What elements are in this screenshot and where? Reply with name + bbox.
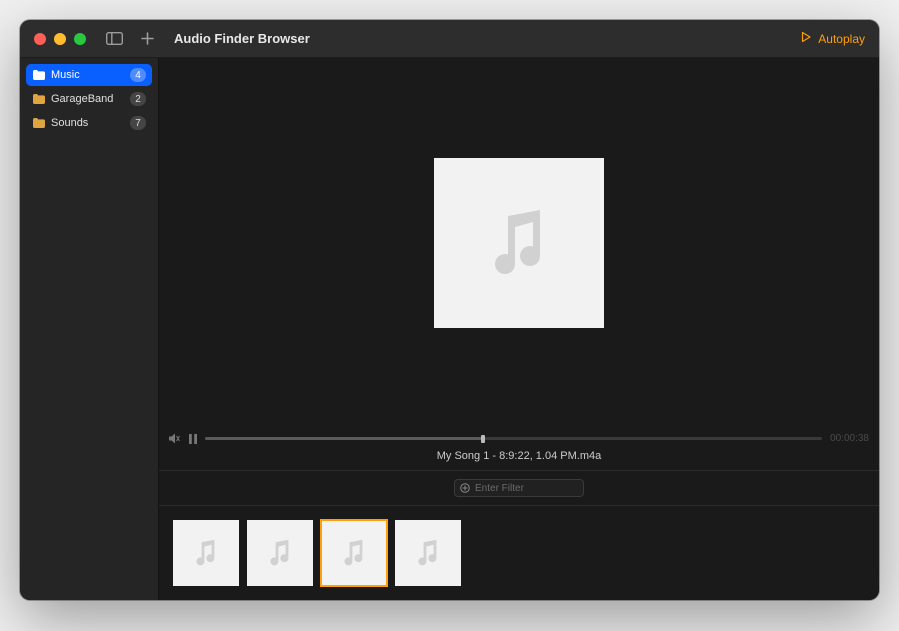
artwork-thumb [321, 520, 387, 586]
traffic-lights [34, 33, 86, 45]
sidebar-item-sounds[interactable]: Sounds 7 [26, 112, 152, 134]
player-controls: 00:00:38 [159, 427, 879, 450]
music-note-icon [410, 535, 446, 571]
sidebar-item-label: GarageBand [51, 93, 124, 105]
filter-input-wrap[interactable] [454, 479, 584, 497]
thumbnail-item[interactable] [395, 520, 461, 586]
volume-mute-icon[interactable] [169, 433, 181, 444]
sidebar-toggle-icon[interactable] [106, 32, 123, 45]
minimize-window-button[interactable] [54, 33, 66, 45]
sidebar-item-garageband[interactable]: GarageBand 2 [26, 88, 152, 110]
progress-thumb[interactable] [481, 435, 485, 443]
content-area: Music 4 GarageBand 2 Sounds 7 [20, 58, 879, 600]
folder-icon [32, 94, 45, 104]
artwork-thumb [247, 520, 313, 586]
time-elapsed: 00:00:38 [830, 433, 869, 444]
artwork-thumb [395, 520, 461, 586]
sidebar-item-music[interactable]: Music 4 [26, 64, 152, 86]
sidebar: Music 4 GarageBand 2 Sounds 7 [20, 58, 158, 600]
titlebar: Audio Finder Browser Autoplay [20, 20, 879, 58]
play-outline-icon [800, 31, 812, 46]
music-note-icon [188, 535, 224, 571]
sidebar-item-label: Music [51, 69, 124, 81]
filter-input[interactable] [475, 483, 607, 494]
current-filename: My Song 1 - 8:9:22, 1.04 PM.m4a [159, 450, 879, 470]
progress-fill [205, 437, 483, 440]
music-note-icon [474, 198, 564, 288]
zoom-window-button[interactable] [74, 33, 86, 45]
music-note-icon [336, 535, 372, 571]
autoplay-button[interactable]: Autoplay [800, 31, 865, 46]
progress-slider[interactable] [205, 437, 822, 440]
pause-icon[interactable] [189, 434, 197, 444]
main-panel: 00:00:38 My Song 1 - 8:9:22, 1.04 PM.m4a [159, 58, 879, 600]
app-window: Audio Finder Browser Autoplay Music 4 [20, 20, 879, 600]
window-title: Audio Finder Browser [174, 31, 310, 46]
filter-add-icon [460, 483, 470, 493]
thumbnail-item[interactable] [173, 520, 239, 586]
close-window-button[interactable] [34, 33, 46, 45]
plus-icon[interactable] [141, 32, 154, 45]
filter-row [159, 471, 879, 505]
sidebar-item-label: Sounds [51, 117, 124, 129]
folder-icon [32, 70, 45, 80]
artwork-preview [434, 158, 604, 328]
music-note-icon [262, 535, 298, 571]
artwork-thumb [173, 520, 239, 586]
count-badge: 7 [130, 116, 146, 130]
thumbnail-strip [159, 506, 879, 600]
autoplay-label: Autoplay [818, 32, 865, 46]
thumbnail-item[interactable] [321, 520, 387, 586]
preview-area [159, 58, 879, 427]
thumbnail-item[interactable] [247, 520, 313, 586]
count-badge: 2 [130, 92, 146, 106]
count-badge: 4 [130, 68, 146, 82]
folder-icon [32, 118, 45, 128]
